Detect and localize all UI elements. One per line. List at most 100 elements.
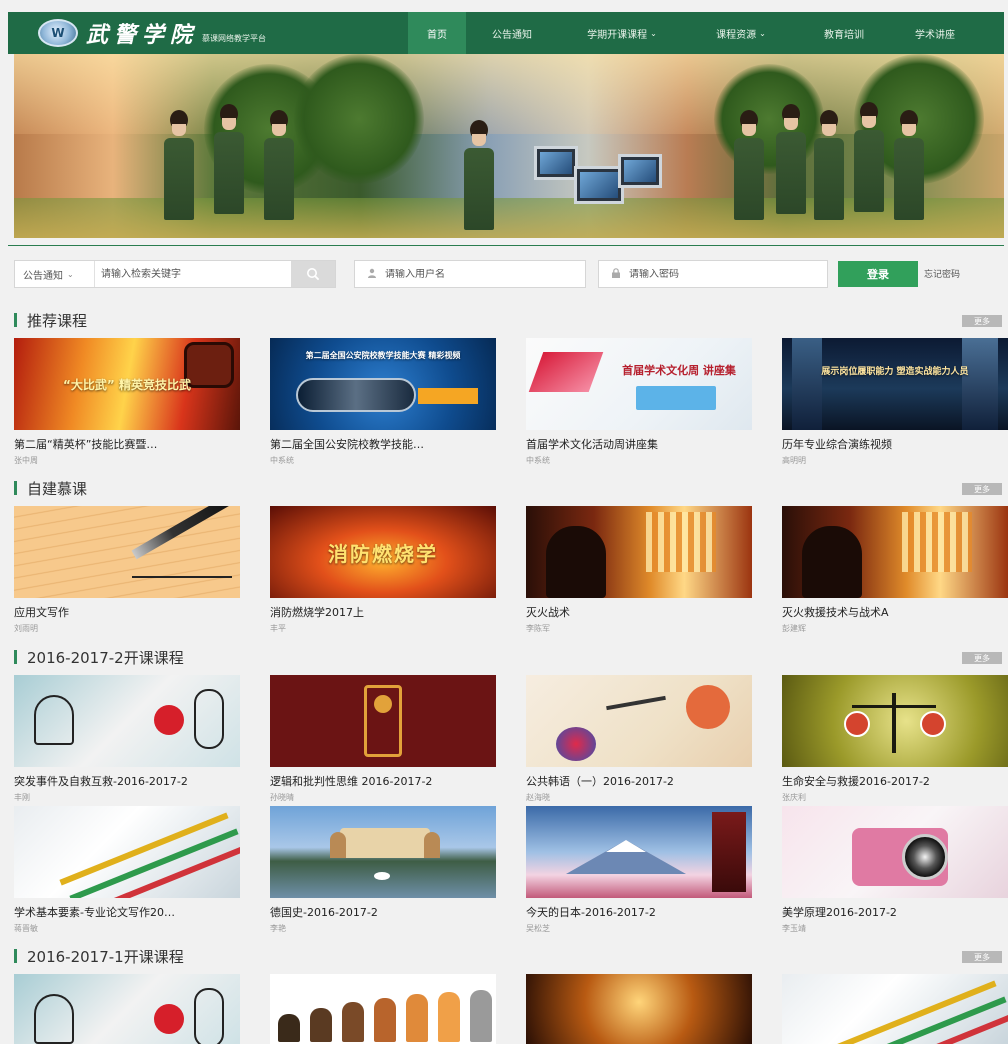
course-card[interactable]: 展示岗位履职能力 塑造实战能力人员 历年专业综合演练视频 高明明 (782, 338, 1008, 466)
main-nav: 首页 公告通知 学期开课课程 ⌄ 课程资源 ⌄ 教育培训 学术讲座 (408, 12, 978, 54)
cadet-figure (464, 120, 494, 232)
thumbnail-caption: 消防燃烧学 (328, 542, 438, 566)
nav-education-training[interactable]: 教育培训 (796, 12, 892, 54)
course-title: 第二届“精英杯”技能比赛暨… (14, 438, 158, 451)
course-title: 公共韩语（一）2016-2017-2 (526, 775, 674, 788)
course-card[interactable]: 第二届全国公安院校教学技能大赛 精彩视频 第二届全国公安院校教学技能… 中系统 (270, 338, 496, 466)
lock-icon (611, 267, 621, 281)
search-category-select[interactable]: 公告通知 ⌄ (15, 261, 95, 287)
course-card[interactable]: 今天的日本-2016-2017-2 吴松芝 (526, 806, 752, 934)
course-thumbnail (526, 506, 752, 598)
password-field (598, 260, 828, 288)
course-teacher: 张中周 (14, 456, 38, 465)
more-button[interactable]: 更多 (962, 483, 1002, 495)
search-box: 公告通知 ⌄ (14, 260, 336, 288)
site-logo[interactable]: W 武警学院 慕课网络教学平台 (8, 12, 408, 54)
search-category-label: 公告通知 (23, 270, 63, 282)
course-title: 逻辑和批判性思维 2016-2017-2 (270, 775, 433, 788)
search-button[interactable] (291, 261, 335, 287)
course-title: 德国史-2016-2017-2 (270, 906, 378, 919)
more-button[interactable]: 更多 (962, 652, 1002, 664)
emblem-icon: W (38, 19, 78, 47)
banner-tree (294, 54, 424, 184)
course-card[interactable]: 美学原理2016-2017-2 李玉靖 (782, 806, 1008, 934)
hero-banner (14, 54, 1004, 238)
username-input[interactable] (385, 268, 585, 280)
course-card[interactable]: 学术基本要素-专业论文写作20… 蒋晋敏 (14, 806, 240, 934)
computer-monitor (618, 154, 662, 188)
nav-course-resources[interactable]: 课程资源 ⌄ (686, 12, 796, 54)
course-card[interactable]: 消防燃烧学 消防燃烧学2017上 丰平 (270, 506, 496, 634)
nav-label: 公告通知 (492, 29, 532, 41)
course-thumbnail: 首届学术文化周 讲座集 (526, 338, 752, 430)
course-thumbnail (270, 806, 496, 898)
section-2016-2017-2-title: 2016-2017-2开课课程 (14, 647, 184, 667)
nav-announcements[interactable]: 公告通知 (466, 12, 558, 54)
course-thumbnail: 展示岗位履职能力 塑造实战能力人员 (782, 338, 1008, 430)
nav-academic-lectures[interactable]: 学术讲座 (892, 12, 978, 54)
course-teacher: 中系统 (270, 456, 294, 465)
header-divider (8, 245, 1004, 246)
course-card[interactable] (782, 974, 1008, 1044)
course-title: 应用文写作 (14, 606, 69, 619)
course-teacher: 赵海晓 (526, 793, 550, 802)
chevron-down-icon: ⌄ (650, 28, 657, 38)
course-teacher: 彭建辉 (782, 624, 806, 633)
course-title: 第二届全国公安院校教学技能… (270, 438, 424, 451)
forgot-password-link[interactable]: 忘记密码 (924, 267, 960, 280)
cadet-figure (854, 102, 884, 214)
course-card[interactable]: 应用文写作 刘雨明 (14, 506, 240, 634)
course-card[interactable]: 生命安全与救援2016-2017-2 张庆利 (782, 675, 1008, 803)
section-title-text: 2016-2017-1开课课程 (27, 947, 184, 966)
course-teacher: 张庆利 (782, 793, 806, 802)
course-thumbnail (270, 675, 496, 767)
nav-label: 首页 (427, 29, 447, 41)
cadet-figure (814, 110, 844, 222)
course-title: 学术基本要素-专业论文写作20… (14, 906, 175, 919)
course-card[interactable]: 灭火战术 李陈军 (526, 506, 752, 634)
more-button[interactable]: 更多 (962, 315, 1002, 327)
section-bar (14, 949, 17, 963)
course-thumbnail (14, 675, 240, 767)
course-card[interactable] (270, 974, 496, 1044)
course-card[interactable]: “大比武” 精英竞技比武 第二届“精英杯”技能比赛暨… 张中周 (14, 338, 240, 466)
banner-tree (714, 64, 824, 174)
password-input[interactable] (629, 268, 827, 280)
login-button[interactable]: 登录 (838, 261, 918, 287)
section-title-text: 推荐课程 (27, 311, 88, 330)
course-card[interactable]: 灭火救援技术与战术A 彭建辉 (782, 506, 1008, 634)
nav-semester-courses[interactable]: 学期开课课程 ⌄ (558, 12, 686, 54)
course-card[interactable] (526, 974, 752, 1044)
cadet-figure (164, 110, 194, 222)
course-teacher: 高明明 (782, 456, 806, 465)
cadet-figure (734, 110, 764, 222)
nav-home[interactable]: 首页 (408, 12, 466, 54)
course-card[interactable] (14, 974, 240, 1044)
course-teacher: 李艳 (270, 924, 286, 933)
chevron-down-icon: ⌄ (759, 28, 766, 38)
course-card[interactable]: 逻辑和批判性思维 2016-2017-2 孙晓晴 (270, 675, 496, 803)
nav-label: 教育培训 (824, 29, 864, 41)
course-thumbnail (14, 974, 240, 1044)
search-input[interactable] (95, 261, 291, 287)
top-navigation-bar: W 武警学院 慕课网络教学平台 首页 公告通知 学期开课课程 ⌄ 课程资源 ⌄ 教育… (8, 12, 1004, 54)
course-teacher: 刘雨明 (14, 624, 38, 633)
course-title: 首届学术文化活动周讲座集 (526, 438, 658, 451)
course-title: 生命安全与救援2016-2017-2 (782, 775, 930, 788)
nav-label: 课程资源 (716, 29, 757, 41)
course-card[interactable]: 公共韩语（一）2016-2017-2 赵海晓 (526, 675, 752, 803)
course-thumbnail (782, 506, 1008, 598)
course-thumbnail: “大比武” 精英竞技比武 (14, 338, 240, 430)
course-title: 灭火救援技术与战术A (782, 606, 889, 619)
course-card[interactable]: 首届学术文化周 讲座集 首届学术文化活动周讲座集 中系统 (526, 338, 752, 466)
user-icon (367, 268, 377, 281)
course-title: 美学原理2016-2017-2 (782, 906, 897, 919)
course-card[interactable]: 突发事件及自救互救-2016-2017-2 丰刚 (14, 675, 240, 803)
course-card[interactable]: 德国史-2016-2017-2 李艳 (270, 806, 496, 934)
course-teacher: 孙晓晴 (270, 793, 294, 802)
chevron-down-icon: ⌄ (67, 269, 74, 279)
section-title-text: 2016-2017-2开课课程 (27, 648, 184, 667)
more-button[interactable]: 更多 (962, 951, 1002, 963)
computer-monitor (574, 166, 624, 204)
course-thumbnail (782, 806, 1008, 898)
